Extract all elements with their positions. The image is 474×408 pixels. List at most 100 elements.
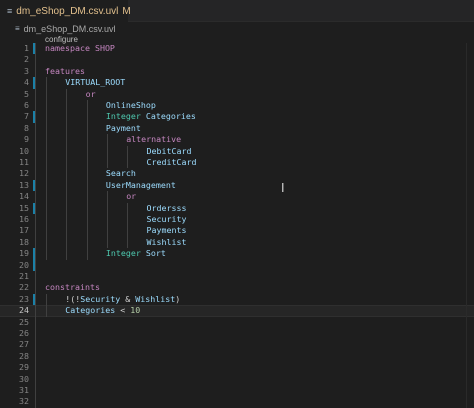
code-token: CreditCard xyxy=(146,157,197,167)
indent-guide xyxy=(86,100,88,260)
code-token: Search xyxy=(105,168,136,179)
code-line[interactable]: 19 Integer Sort xyxy=(0,248,474,260)
code-line[interactable]: 21 xyxy=(0,271,474,282)
line-number: 11 xyxy=(19,157,29,167)
code-line[interactable]: 31 xyxy=(0,385,474,396)
code-token: Payment xyxy=(105,122,141,133)
code-token: or xyxy=(126,191,137,202)
code-line[interactable]: 8 Payment xyxy=(0,123,474,134)
line-number: 27 xyxy=(19,339,29,350)
code-line[interactable]: 27 xyxy=(0,339,474,350)
code-text[interactable]: Payments xyxy=(147,225,187,236)
code-line[interactable]: 23 !(!Security & Wishlist) xyxy=(0,293,474,306)
code-token: UserManagement xyxy=(105,179,176,190)
code-line[interactable]: 22 constraints xyxy=(0,282,474,293)
code-line[interactable]: 3 features xyxy=(0,66,474,77)
code-line[interactable]: 6 OnlineShop xyxy=(0,100,474,111)
line-number: 10 xyxy=(19,145,29,156)
code-line[interactable]: 12 Search xyxy=(0,168,474,179)
code-line[interactable]: 1 namespace SHOP xyxy=(0,43,474,55)
line-number: 2 xyxy=(24,54,29,65)
line-number: 3 xyxy=(24,65,29,76)
code-token: !(! xyxy=(65,293,81,304)
mouse-ibeam-cursor-icon: I xyxy=(281,181,285,195)
line-number: 8 xyxy=(24,122,29,133)
code-line[interactable]: 5 or xyxy=(0,89,474,100)
code-line[interactable]: 4 VIRTUAL_ROOT xyxy=(0,77,474,89)
indent-guide xyxy=(106,191,108,249)
editor-tab-bar: ≡ dm_eShop_DM.csv.uvl M xyxy=(0,0,474,22)
code-text[interactable]: Search xyxy=(106,168,136,179)
code-text[interactable]: VIRTUAL_ROOT xyxy=(65,77,125,88)
code-line[interactable]: 14 or xyxy=(0,191,474,202)
code-line[interactable]: 26 xyxy=(0,328,474,339)
code-token: Wishlist xyxy=(135,293,176,304)
tab-label: dm_eShop_DM.csv.uvl xyxy=(16,5,119,17)
code-text[interactable]: constraints xyxy=(45,282,100,293)
code-text[interactable]: features xyxy=(45,66,85,77)
code-line[interactable]: 7 Integer Categories xyxy=(0,111,474,123)
code-editor[interactable]: 1 namespace SHOP 2 3 features 4 VIRTUAL_ROOT 5 o… xyxy=(0,43,474,408)
code-token: constraints xyxy=(45,282,100,293)
code-text[interactable]: Security xyxy=(147,214,187,225)
code-line[interactable]: 15 Ordersss xyxy=(0,202,474,214)
code-line[interactable]: 16 Security xyxy=(0,214,474,225)
code-token: Sort xyxy=(145,248,166,259)
line-number: 22 xyxy=(19,282,29,293)
code-text[interactable]: Ordersss xyxy=(147,203,187,214)
code-text[interactable]: Wishlist xyxy=(147,237,187,248)
line-number: 21 xyxy=(19,271,29,281)
code-line[interactable]: 13 UserManagement xyxy=(0,179,474,192)
code-token: namespace SHOP xyxy=(45,43,115,53)
line-number: 26 xyxy=(19,328,29,338)
line-number: 14 xyxy=(19,191,29,202)
code-token: Payments xyxy=(146,225,187,236)
code-line[interactable]: 17 Payments xyxy=(0,225,474,236)
code-text[interactable]: UserManagement xyxy=(106,180,176,191)
code-text[interactable]: or xyxy=(86,89,96,100)
code-text[interactable]: or xyxy=(126,191,136,202)
code-text[interactable]: Payment xyxy=(106,123,141,134)
code-token: Categories xyxy=(145,111,196,122)
code-line[interactable]: 18 Wishlist xyxy=(0,237,474,248)
code-line[interactable]: 2 xyxy=(0,54,474,65)
code-text[interactable]: Categories < 10 xyxy=(65,305,141,316)
line-number: 28 xyxy=(19,350,29,361)
line-number: 12 xyxy=(19,168,29,179)
code-line[interactable]: 24 Categories < 10 xyxy=(0,305,474,317)
code-token: 10 xyxy=(130,305,141,316)
tab-modified-indicator: M xyxy=(122,5,131,17)
line-number: 13 xyxy=(19,179,29,190)
line-number: 6 xyxy=(24,100,29,110)
code-line[interactable]: 10 DebitCard xyxy=(0,146,474,157)
code-line[interactable]: 11 CreditCard xyxy=(0,157,474,168)
line-number: 23 xyxy=(19,293,29,304)
code-text[interactable]: OnlineShop xyxy=(106,100,156,111)
code-text[interactable]: alternative xyxy=(126,134,181,145)
code-token: ) xyxy=(175,293,181,304)
tab-dm-eshop[interactable]: ≡ dm_eShop_DM.csv.uvl M xyxy=(0,0,131,22)
breadcrumb[interactable]: ≡ dm_eShop_DM.csv.uvl xyxy=(0,22,116,35)
code-line[interactable]: 32 xyxy=(0,396,474,407)
breadcrumb-file-name[interactable]: dm_eShop_DM.csv.uvl xyxy=(24,24,116,34)
line-number: 16 xyxy=(19,214,29,224)
code-line[interactable]: 29 xyxy=(0,362,474,373)
code-text[interactable]: namespace SHOP xyxy=(45,43,115,54)
code-token: < xyxy=(115,305,131,316)
code-line[interactable]: 30 xyxy=(0,374,474,385)
code-token: & xyxy=(120,293,136,304)
code-line[interactable]: 28 xyxy=(0,351,474,362)
code-token: Integer xyxy=(105,111,146,122)
code-text[interactable]: Integer Sort xyxy=(106,248,166,259)
indent-guide xyxy=(127,202,129,249)
code-line[interactable]: 25 xyxy=(0,317,474,328)
code-text[interactable]: DebitCard xyxy=(147,146,192,157)
code-text[interactable]: CreditCard xyxy=(147,157,197,168)
code-line[interactable]: 20 xyxy=(0,259,474,271)
code-text[interactable]: Integer Categories xyxy=(106,111,196,122)
file-icon: ≡ xyxy=(7,6,13,16)
vertical-scrollbar[interactable] xyxy=(466,43,474,408)
line-number: 17 xyxy=(19,225,29,236)
code-line[interactable]: 9 alternative xyxy=(0,134,474,145)
code-text[interactable]: !(!Security & Wishlist) xyxy=(65,294,180,305)
